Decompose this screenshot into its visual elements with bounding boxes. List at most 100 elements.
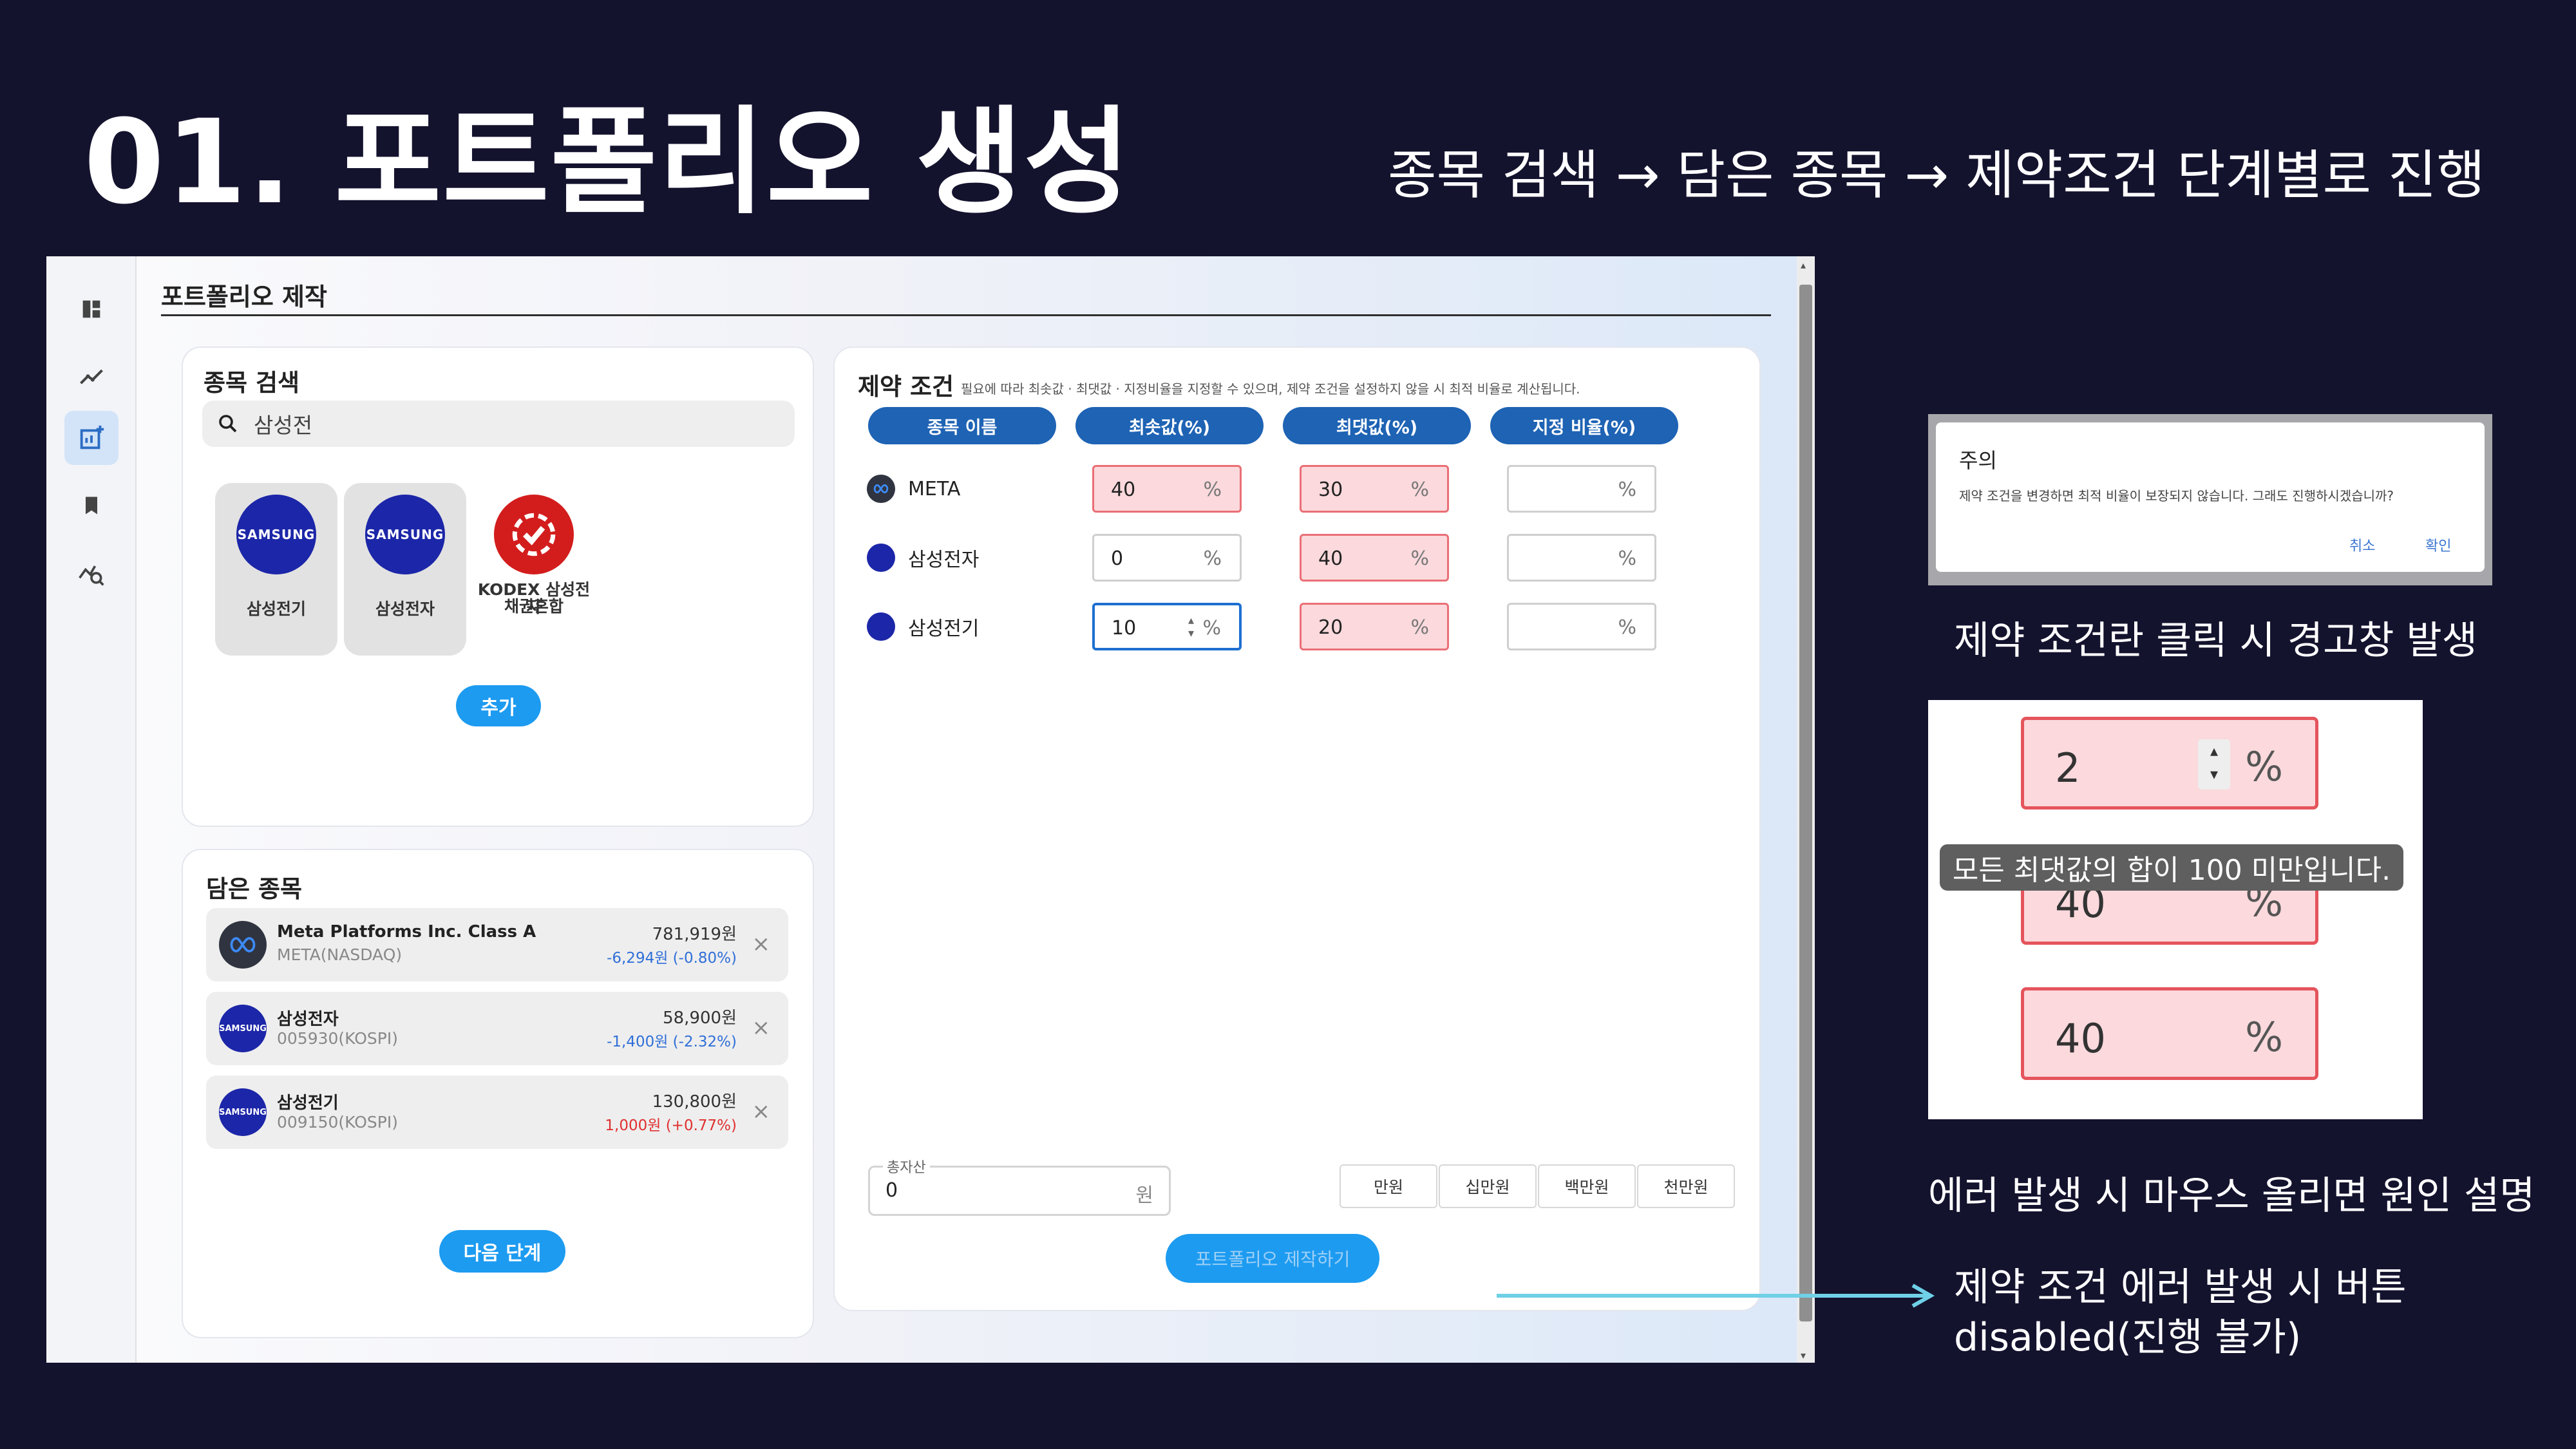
holding-code: 005930(KOSPI) bbox=[277, 1029, 398, 1048]
meta-logo bbox=[867, 475, 895, 503]
slide-title: 01. 포트폴리오 생성 bbox=[84, 95, 1132, 230]
search-result-tile[interactable]: SAMSUNG 삼성전기 bbox=[215, 483, 337, 656]
max-input[interactable]: 30% bbox=[1300, 465, 1449, 513]
percent-unit: % bbox=[2245, 1014, 2283, 1061]
dialog-message: 제약 조건을 변경하면 최적 비율이 보장되지 않습니다. 그래도 진행하시겠습… bbox=[1959, 488, 2394, 504]
search-result-tile[interactable]: SAMSUNG 삼성전자 bbox=[344, 483, 466, 656]
nav-trends[interactable] bbox=[64, 350, 118, 404]
remove-holding-button[interactable]: × bbox=[752, 1099, 771, 1124]
constraint-name-label: 삼성전기 bbox=[908, 618, 980, 640]
samsung-logo bbox=[867, 612, 895, 641]
input-value: 2 bbox=[2055, 744, 2081, 791]
samsung-logo: SAMSUNG bbox=[236, 495, 316, 574]
search-result-tile[interactable]: KODEX 삼성전자 채권혼합 bbox=[473, 483, 595, 656]
percent-unit: % bbox=[1203, 547, 1222, 570]
max-input[interactable]: 40% bbox=[1300, 534, 1449, 582]
bookmark-icon bbox=[86, 497, 97, 515]
percent-unit: % bbox=[1618, 616, 1636, 639]
nav-dashboard[interactable] bbox=[64, 282, 118, 336]
max-input[interactable]: 20% bbox=[1300, 603, 1449, 650]
disabled-caption-line1: 제약 조건 에러 발생 시 버튼 bbox=[1954, 1265, 2407, 1310]
slide-subtitle: 종목 검색 → 담은 종목 → 제약조건 단계별로 진행 bbox=[1388, 145, 2485, 206]
kodex-logo bbox=[494, 495, 574, 574]
spinner-arrows-icon[interactable]: ▴ ▾ bbox=[1188, 614, 1194, 640]
header-fixed: 지정 비율(%) bbox=[1490, 407, 1678, 444]
dialog-caption: 제약 조건란 클릭 시 경고창 발생 bbox=[1954, 618, 2477, 663]
meta-infinity-icon bbox=[873, 484, 889, 494]
nav-create-portfolio[interactable] bbox=[64, 411, 118, 465]
constraint-stock-name: 삼성전기 bbox=[867, 612, 979, 641]
constraint-stock-name: META bbox=[867, 475, 960, 503]
search-result-name: 삼성전자 bbox=[375, 600, 435, 618]
add-1m-button[interactable]: 백만원 bbox=[1538, 1164, 1636, 1208]
percent-unit: % bbox=[1618, 478, 1636, 501]
dialog-screenshot: 주의 제약 조건을 변경하면 최적 비율이 보장되지 않습니다. 그래도 진행하… bbox=[1928, 414, 2492, 585]
nav-analysis[interactable] bbox=[64, 546, 118, 600]
arrow-icon bbox=[1497, 1283, 1935, 1308]
search-bar[interactable] bbox=[202, 401, 795, 447]
percent-unit: % bbox=[1410, 616, 1429, 639]
title-divider bbox=[161, 314, 1771, 316]
header-max: 최댓값(%) bbox=[1283, 407, 1471, 444]
error-example-panel: 2 ▴ ▾ % 40 % 40 % 모든 최댓값의 합이 100 미만입니다. bbox=[1928, 700, 2423, 1119]
holdings-card: 담은 종목 Meta Platforms Inc. Class A META(N… bbox=[182, 849, 814, 1338]
remove-holding-button[interactable]: × bbox=[752, 1015, 771, 1041]
input-value: 0 bbox=[1111, 547, 1124, 570]
constraints-card: 제약 조건 필요에 따라 최솟값 · 최댓값 · 지정비율을 지정할 수 있으며… bbox=[833, 346, 1761, 1311]
holding-name: Meta Platforms Inc. Class A bbox=[277, 922, 536, 942]
min-input[interactable]: 0% bbox=[1092, 534, 1242, 582]
percent-unit: % bbox=[2245, 743, 2283, 790]
currency-unit: 원 bbox=[1135, 1184, 1153, 1207]
add-button[interactable]: 추가 bbox=[456, 685, 541, 726]
sidebar bbox=[46, 256, 137, 1363]
holding-change: -1,400원 (-2.32%) bbox=[607, 1034, 737, 1050]
remove-holding-button[interactable]: × bbox=[752, 931, 771, 957]
add-10m-button[interactable]: 천만원 bbox=[1637, 1164, 1735, 1208]
nav-bookmarks[interactable] bbox=[64, 478, 118, 533]
error-input-example: 40 % bbox=[2021, 987, 2318, 1080]
constraint-stock-name: 삼성전자 bbox=[867, 544, 979, 572]
holding-row[interactable]: Meta Platforms Inc. Class A META(NASDAQ)… bbox=[206, 908, 788, 981]
fixed-ratio-input[interactable]: % bbox=[1507, 603, 1656, 650]
header-min: 최솟값(%) bbox=[1075, 407, 1264, 444]
next-step-button[interactable]: 다음 단계 bbox=[439, 1230, 565, 1273]
add-10k-button[interactable]: 만원 bbox=[1340, 1164, 1437, 1208]
fixed-ratio-input[interactable]: % bbox=[1507, 465, 1656, 513]
dialog-confirm-button[interactable]: 확인 bbox=[2425, 535, 2451, 555]
scroll-up-icon[interactable]: ▴ bbox=[1801, 259, 1806, 271]
holding-change: -6,294원 (-0.80%) bbox=[607, 950, 737, 967]
search-result-name: 삼성전기 bbox=[246, 600, 306, 618]
input-value: 30 bbox=[1318, 478, 1343, 501]
samsung-logo: SAMSUNG bbox=[219, 1005, 267, 1052]
create-portfolio-button[interactable]: 포트폴리오 제작하기 bbox=[1166, 1234, 1379, 1283]
holding-price: 130,800원 bbox=[652, 1092, 737, 1112]
holding-row[interactable]: SAMSUNG 삼성전자 005930(KOSPI) 58,900원 -1,40… bbox=[206, 992, 788, 1065]
stock-search-card: 종목 검색 SAMSUNG 삼성전기 SAMSUNG 삼성전자 KODEX 삼성… bbox=[182, 346, 814, 827]
holdings-heading: 담은 종목 bbox=[206, 875, 303, 903]
spinner-arrows-icon: ▴ ▾ bbox=[2198, 739, 2230, 790]
add-100k-button[interactable]: 십만원 bbox=[1439, 1164, 1537, 1208]
holding-row[interactable]: SAMSUNG 삼성전기 009150(KOSPI) 130,800원 1,00… bbox=[206, 1075, 788, 1149]
samsung-logo bbox=[867, 544, 895, 572]
input-value: 40 bbox=[1318, 547, 1343, 570]
fixed-ratio-input[interactable]: % bbox=[1507, 534, 1656, 582]
constraint-name-label: META bbox=[908, 477, 961, 500]
samsung-logo: SAMSUNG bbox=[219, 1088, 267, 1136]
total-asset-label: 총자산 bbox=[883, 1156, 930, 1177]
search-input[interactable] bbox=[252, 410, 706, 437]
total-asset-field[interactable]: 총자산 0 원 bbox=[868, 1156, 1171, 1216]
scroll-down-icon[interactable]: ▾ bbox=[1801, 1349, 1806, 1361]
search-icon bbox=[219, 415, 237, 433]
disabled-caption-line2: disabled(진행 불가) bbox=[1954, 1315, 2302, 1360]
dialog-cancel-button[interactable]: 취소 bbox=[2349, 535, 2375, 555]
holding-code: META(NASDAQ) bbox=[277, 945, 402, 964]
scrollbar[interactable]: ▴ ▾ bbox=[1797, 256, 1815, 1363]
scroll-thumb[interactable] bbox=[1799, 285, 1812, 1321]
constraint-name-label: 삼성전자 bbox=[908, 549, 980, 571]
kodex-check-icon bbox=[512, 513, 556, 556]
holding-code: 009150(KOSPI) bbox=[277, 1113, 398, 1132]
search-result-name-line2: 채권혼합 bbox=[504, 597, 564, 616]
min-input[interactable]: 40% bbox=[1092, 465, 1242, 513]
min-input[interactable]: 10 ▴ ▾% bbox=[1092, 603, 1242, 650]
trend-icon bbox=[80, 369, 103, 384]
